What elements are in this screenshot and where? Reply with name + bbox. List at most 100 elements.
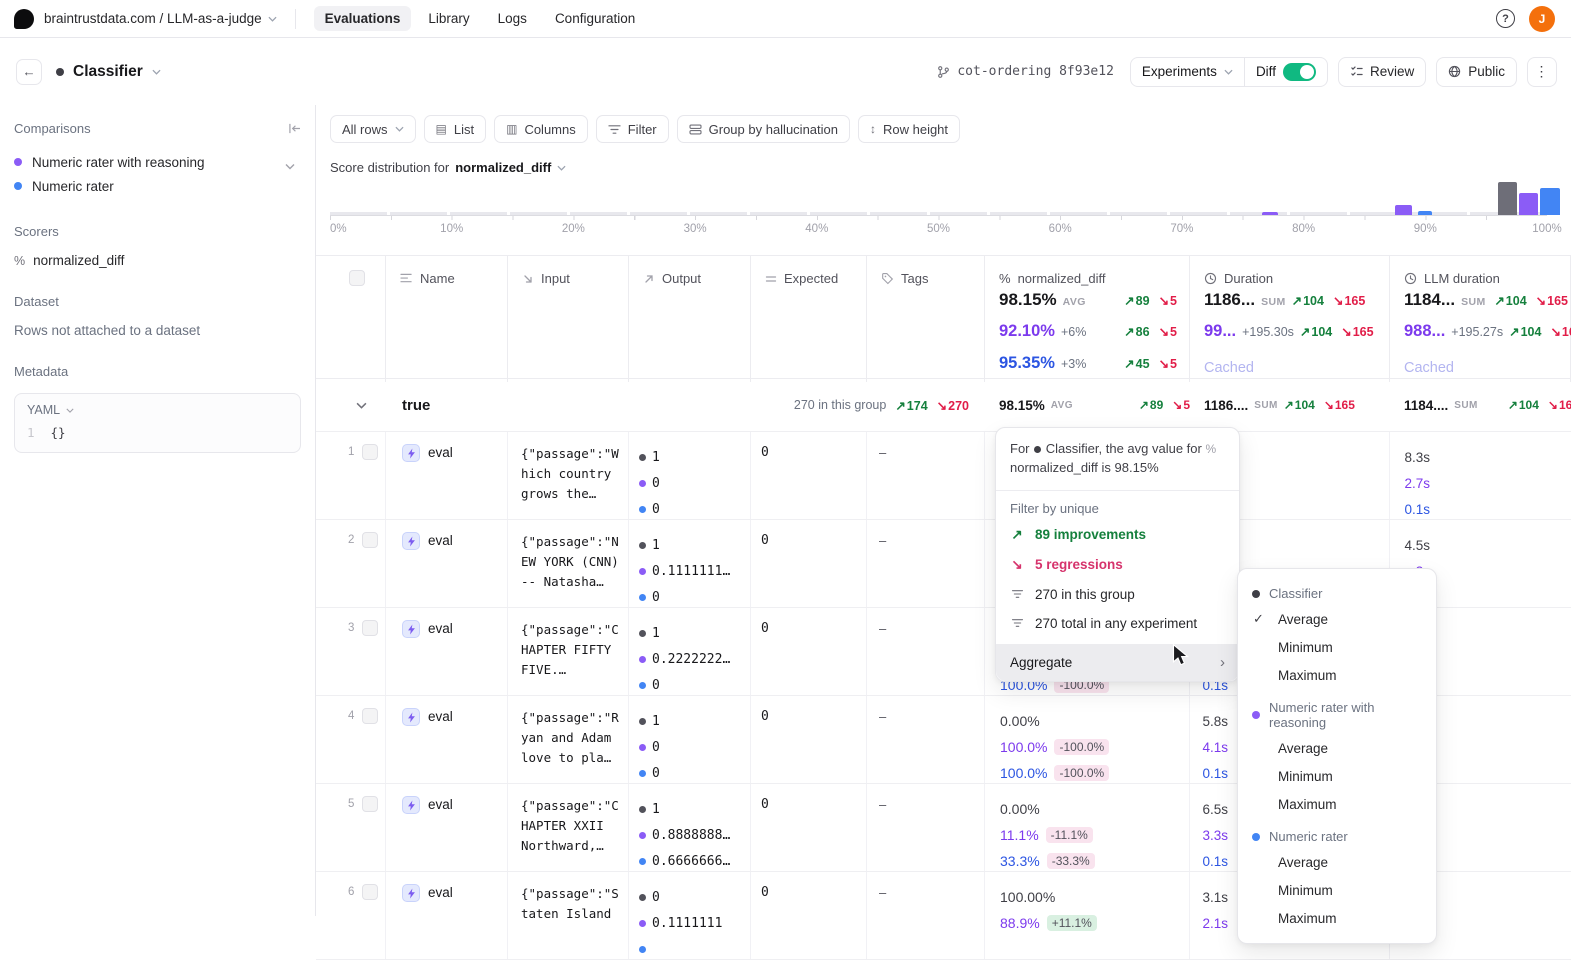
select-all-checkbox[interactable]: [349, 270, 365, 286]
experiments-dropdown[interactable]: Experiments: [1131, 58, 1244, 86]
expected-cell[interactable]: 0: [751, 784, 867, 871]
row-checkbox[interactable]: [362, 444, 378, 460]
review-button[interactable]: Review: [1338, 57, 1426, 87]
tags-cell[interactable]: –: [867, 608, 985, 695]
submenu-option-maximum[interactable]: Maximum: [1238, 791, 1436, 819]
avatar[interactable]: J: [1529, 6, 1555, 32]
column-header-normalized-diff[interactable]: % normalized_diff: [985, 256, 1189, 286]
filter-button[interactable]: Filter: [596, 115, 669, 143]
input-cell[interactable]: {"passage":"C HAPTER FIFTY FIVE.…: [508, 608, 629, 695]
column-header-expected[interactable]: Expected: [751, 256, 866, 286]
group-expand-chevron-icon[interactable]: [356, 402, 367, 409]
llm-duration-cell[interactable]: 8.3s 2.7s 0.1s: [1390, 432, 1571, 519]
group-score-stat[interactable]: 98.15% AVG 895: [985, 379, 1190, 431]
tab-evaluations[interactable]: Evaluations: [314, 6, 412, 31]
diff-toggle[interactable]: [1283, 63, 1316, 81]
table-row[interactable]: 1 eval {"passage":"W hich country grows …: [316, 432, 1571, 520]
row-height-button[interactable]: ↕ Row height: [858, 115, 960, 143]
submenu-option-maximum[interactable]: Maximum: [1238, 662, 1436, 690]
score-distribution-dropdown[interactable]: Score distribution for normalized_diff: [316, 143, 1571, 175]
duration-summary-classifier[interactable]: 1186... SUM 104165: [1190, 286, 1389, 318]
tags-cell[interactable]: –: [867, 432, 985, 519]
group-duration-stat[interactable]: 1186.... SUM 104165: [1190, 379, 1390, 431]
score-cell[interactable]: 0.00% 100.0%-100.0% 100.0%-100.0%: [985, 696, 1190, 783]
row-checkbox[interactable]: [362, 532, 378, 548]
list-view-button[interactable]: ▤ List: [424, 115, 487, 143]
group-llm-duration-stat[interactable]: 1184.... SUM 104165: [1390, 379, 1571, 431]
submenu-option-average[interactable]: ✓ Average: [1238, 606, 1436, 634]
expected-cell[interactable]: 0: [751, 608, 867, 695]
column-header-name[interactable]: Name: [386, 256, 507, 286]
menu-item-in-this-group[interactable]: 270 in this group: [996, 580, 1239, 609]
score-summary-classifier[interactable]: 98.15% AVG 895: [985, 286, 1189, 318]
tab-logs[interactable]: Logs: [487, 6, 538, 31]
output-cell[interactable]: 1 0.1111111… 0: [629, 520, 751, 607]
comparisons-chevron-icon[interactable]: [285, 163, 295, 170]
tags-cell[interactable]: –: [867, 784, 985, 871]
help-icon[interactable]: ?: [1496, 9, 1515, 28]
submenu-option-maximum[interactable]: Maximum: [1238, 905, 1436, 933]
row-checkbox[interactable]: [362, 796, 378, 812]
submenu-option-minimum[interactable]: Minimum: [1238, 877, 1436, 905]
breadcrumb[interactable]: braintrustdata.com / LLM-as-a-judge: [44, 11, 277, 26]
llm-duration-summary-numeric-rater-reasoning[interactable]: 988... +195.27s 104165: [1390, 318, 1570, 350]
rows-filter-dropdown[interactable]: All rows: [330, 115, 416, 143]
submenu-option-minimum[interactable]: Minimum: [1238, 763, 1436, 791]
tags-cell[interactable]: –: [867, 520, 985, 607]
output-cell[interactable]: 1 0 0: [629, 696, 751, 783]
collapse-sidebar-icon[interactable]: [288, 123, 301, 134]
column-header-tags[interactable]: Tags: [867, 256, 984, 286]
submenu-option-average[interactable]: Average: [1238, 849, 1436, 877]
input-cell[interactable]: {"passage":"C HAPTER XXII Northward,…: [508, 784, 629, 871]
column-header-duration[interactable]: Duration: [1190, 256, 1389, 286]
group-by-button[interactable]: Group by hallucination: [677, 115, 850, 143]
output-cell[interactable]: 1 0 0: [629, 432, 751, 519]
group-row-true[interactable]: true 270 in this group 174 270 98.15% AV…: [316, 379, 1571, 432]
menu-item-total-any-experiment[interactable]: 270 total in any experiment: [996, 609, 1239, 638]
row-checkbox[interactable]: [362, 884, 378, 900]
submenu-option-minimum[interactable]: Minimum: [1238, 634, 1436, 662]
scorer-item[interactable]: % normalized_diff: [14, 253, 301, 268]
braintrust-logo-icon[interactable]: [14, 9, 34, 29]
output-cell[interactable]: 1 0.2222222… 0: [629, 608, 751, 695]
comparison-item-numeric-rater-with-reasoning[interactable]: Numeric rater with reasoning: [14, 150, 301, 174]
diff-toggle-segment[interactable]: Diff: [1244, 58, 1327, 86]
input-cell[interactable]: {"passage":"N EW YORK (CNN) -- Natasha…: [508, 520, 629, 607]
arrow-down-right-icon: [522, 273, 534, 285]
score-summary-numeric-rater[interactable]: 95.35% +3% 455: [985, 350, 1189, 382]
more-options-button[interactable]: ⋮: [1527, 57, 1557, 87]
column-header-llm-duration[interactable]: LLM duration: [1390, 256, 1570, 286]
expected-cell[interactable]: 0: [751, 520, 867, 607]
expected-cell[interactable]: 0: [751, 696, 867, 783]
submenu-option-average[interactable]: Average: [1238, 735, 1436, 763]
group-improvements[interactable]: 174: [895, 398, 927, 413]
comparison-item-numeric-rater[interactable]: Numeric rater: [14, 174, 301, 198]
expected-cell[interactable]: 0: [751, 432, 867, 519]
tab-configuration[interactable]: Configuration: [544, 6, 646, 31]
back-button[interactable]: ←: [16, 59, 42, 85]
experiment-title-dropdown[interactable]: Classifier: [56, 63, 161, 81]
tags-cell[interactable]: –: [867, 696, 985, 783]
input-cell[interactable]: {"passage":"W hich country grows the…: [508, 432, 629, 519]
menu-item-improvements[interactable]: 89 improvements: [996, 520, 1239, 550]
row-checkbox[interactable]: [362, 708, 378, 724]
tab-library[interactable]: Library: [417, 6, 480, 31]
metadata-code[interactable]: 1 {}: [15, 421, 300, 452]
menu-item-aggregate[interactable]: Aggregate ›: [996, 644, 1239, 681]
columns-button[interactable]: ▥ Columns: [494, 115, 588, 143]
output-cell[interactable]: 1 0.8888888… 0.6666666…: [629, 784, 751, 871]
metadata-format-dropdown[interactable]: YAML: [15, 394, 300, 421]
column-header-output[interactable]: Output: [629, 256, 750, 286]
score-distribution-chart[interactable]: 0%10%20%30%40%50%60%70%80%90%100%: [330, 179, 1547, 238]
llm-duration-summary-classifier[interactable]: 1184... SUM 104165: [1390, 286, 1570, 318]
row-checkbox[interactable]: [362, 620, 378, 636]
group-regressions[interactable]: 270: [937, 398, 969, 413]
score-cell[interactable]: 0.00% 11.1%-11.1% 33.3%-33.3%: [985, 784, 1190, 871]
git-branch-info[interactable]: cot-ordering 8f93e12: [937, 64, 1114, 79]
public-button[interactable]: Public: [1436, 57, 1517, 87]
score-summary-numeric-rater-reasoning[interactable]: 92.10% +6% 865: [985, 318, 1189, 350]
input-cell[interactable]: {"passage":"R yan and Adam love to pla…: [508, 696, 629, 783]
column-header-input[interactable]: Input: [508, 256, 628, 286]
menu-item-regressions[interactable]: 5 regressions: [996, 550, 1239, 580]
duration-summary-numeric-rater-reasoning[interactable]: 99... +195.30s 104165: [1190, 318, 1389, 350]
